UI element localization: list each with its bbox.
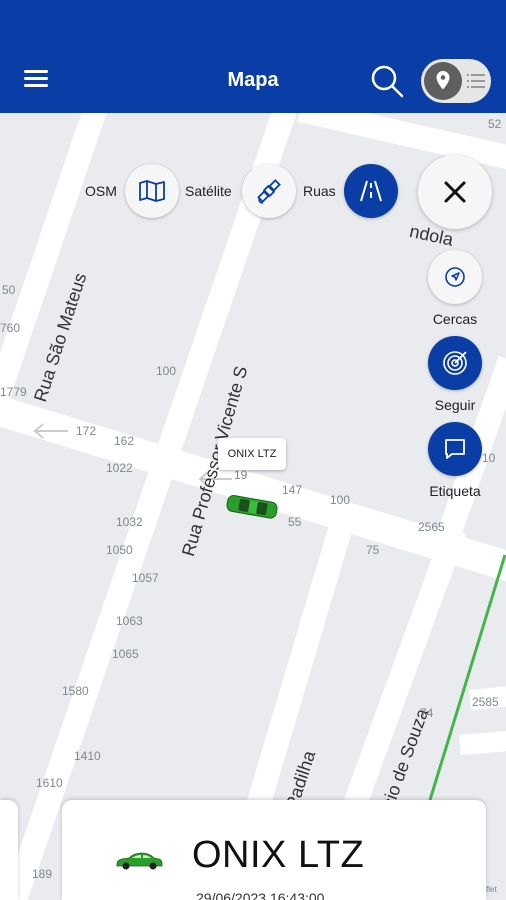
house-number: 2565	[418, 520, 445, 534]
vehicle-tag[interactable]: ONIX LTZ	[218, 438, 286, 470]
map-pin-icon	[424, 62, 462, 100]
house-number: 10	[482, 451, 496, 465]
house-number: 74	[420, 706, 434, 720]
close-button[interactable]	[418, 155, 492, 229]
house-number: 1022	[106, 461, 133, 475]
house-number: 1057	[132, 571, 159, 585]
house-number: 1065	[112, 647, 139, 661]
app-bar: Mapa	[0, 0, 506, 113]
label-button[interactable]	[428, 422, 482, 476]
house-number: 1610	[36, 776, 63, 790]
house-number: 1410	[74, 749, 101, 763]
search-icon[interactable]	[370, 64, 404, 98]
previous-card[interactable]	[0, 800, 18, 900]
house-number: 75	[366, 543, 380, 557]
house-number: 162	[114, 434, 135, 448]
last-update: 29/06/2023 16:43:00	[196, 890, 325, 900]
house-number: 52	[488, 117, 502, 131]
house-number: 147	[282, 483, 303, 497]
vehicle-card[interactable]: ONIX LTZ 29/06/2023 16:43:00	[62, 800, 486, 900]
house-number: 100	[156, 364, 177, 378]
fences-label: Cercas	[432, 311, 478, 327]
house-number: 760	[0, 321, 21, 335]
house-number: 19	[234, 468, 248, 482]
house-number: 100	[330, 493, 351, 507]
map-icon	[139, 180, 165, 202]
house-number: 2585	[472, 695, 499, 709]
car-icon	[116, 852, 163, 870]
map-list-toggle[interactable]	[421, 59, 491, 103]
target-icon	[443, 351, 467, 375]
list-icon	[467, 74, 485, 88]
house-number: 1032	[116, 515, 143, 529]
road-icon	[360, 180, 382, 202]
chat-bubble-icon	[445, 439, 465, 459]
fences-button[interactable]	[428, 250, 482, 304]
follow-button[interactable]	[428, 336, 482, 390]
map-attribution[interactable]: flet	[486, 885, 497, 894]
house-number: 1050	[106, 543, 133, 557]
vehicle-marker[interactable]	[225, 493, 281, 521]
layer-label-streets: Ruas	[303, 183, 336, 199]
house-number: 1063	[116, 614, 143, 628]
layer-label-satellite: Satélite	[185, 183, 232, 199]
satellite-icon	[257, 179, 281, 204]
map-view[interactable]: Rua São Mateus Rua Professor Vicente S R…	[0, 113, 506, 900]
house-number: 1580	[62, 684, 89, 698]
follow-label: Seguir	[434, 397, 476, 413]
label-label: Etiqueta	[429, 483, 481, 499]
layer-streets-button[interactable]	[344, 164, 398, 218]
vehicle-name: ONIX LTZ	[192, 834, 365, 876]
navigation-icon	[445, 267, 465, 287]
layer-label-osm: OSM	[85, 183, 117, 199]
house-number: 189	[32, 867, 53, 881]
house-number: 1779	[0, 385, 27, 399]
close-icon	[444, 181, 466, 203]
layer-satellite-button[interactable]	[242, 164, 296, 218]
house-number: 172	[76, 424, 97, 438]
house-number: 50	[2, 283, 16, 297]
layer-osm-button[interactable]	[125, 164, 179, 218]
house-number: 55	[288, 515, 302, 529]
